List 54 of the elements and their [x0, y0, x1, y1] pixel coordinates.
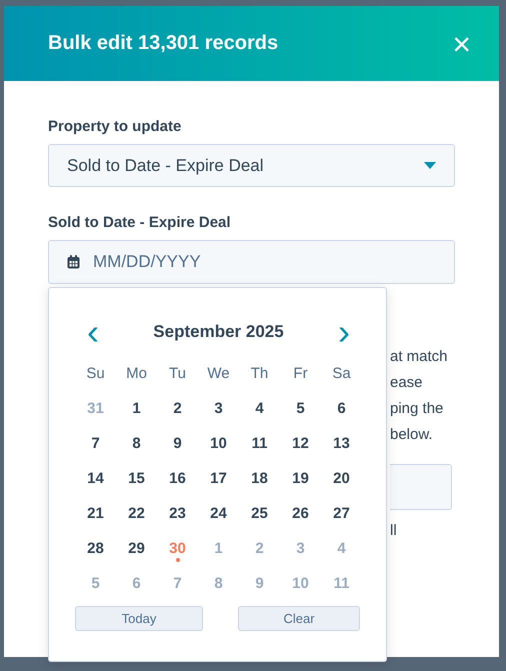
field-label: Sold to Date - Expire Deal	[48, 214, 232, 231]
calendar-day[interactable]: 16	[157, 461, 198, 496]
calendar-day[interactable]: 2	[157, 391, 198, 426]
caret-icon	[424, 162, 436, 169]
calendar-day[interactable]: 12	[280, 426, 321, 461]
calendar-day[interactable]: 4	[239, 391, 280, 426]
calendar-day[interactable]: 13	[321, 426, 362, 461]
description-text: ease	[390, 373, 423, 393]
today-button[interactable]: Today	[75, 606, 203, 631]
month-title: September 2025	[153, 322, 284, 342]
calendar-day[interactable]: 25	[239, 496, 280, 531]
calendar-day[interactable]: 21	[75, 496, 116, 531]
input-field[interactable]	[390, 464, 452, 510]
weekday-label: Fr	[292, 364, 309, 384]
clear-button[interactable]: Clear	[238, 606, 360, 631]
calendar-day[interactable]: 17	[198, 461, 239, 496]
calendar-day[interactable]: 14	[75, 461, 116, 496]
calendar-day[interactable]: 6	[321, 391, 362, 426]
dropdown-value: Sold to Date - Expire Deal	[67, 156, 264, 176]
weekday-label: Th	[250, 364, 270, 384]
weekday-label: Mo	[125, 364, 148, 384]
calendar-day[interactable]: 19	[280, 461, 321, 496]
calendar-day[interactable]: 10	[198, 426, 239, 461]
weekday-label: Sa	[331, 364, 352, 384]
calendar-day[interactable]: 26	[280, 496, 321, 531]
weekday-label: Su	[85, 364, 106, 384]
calendar-day[interactable]: 15	[116, 461, 157, 496]
description-text: at match	[390, 347, 448, 367]
calendar-day[interactable]: 18	[239, 461, 280, 496]
modal-title: Bulk edit 13,301 records	[48, 32, 278, 55]
calendar-day[interactable]: 29	[116, 531, 157, 566]
calendar-day[interactable]: 3	[198, 391, 239, 426]
helper-text: ll	[390, 521, 397, 541]
next-month-button[interactable]: ›	[338, 318, 350, 346]
calendar-day[interactable]: 22	[116, 496, 157, 531]
calendar-day[interactable]: 1	[116, 391, 157, 426]
calendar-day[interactable]: 27	[321, 496, 362, 531]
description-text: below.	[390, 425, 433, 445]
description-text: ping the	[390, 399, 444, 419]
property-dropdown[interactable]: Sold to Date - Expire Deal	[48, 144, 455, 187]
calendar-day[interactable]: 7	[75, 426, 116, 461]
calendar-day[interactable]: 5	[280, 391, 321, 426]
weekday-label: Tu	[168, 364, 187, 384]
calendar-day[interactable]: 28	[75, 531, 116, 566]
calendar-day[interactable]: 23	[157, 496, 198, 531]
weekday-label: We	[206, 364, 231, 384]
calendar-day[interactable]: 9	[157, 426, 198, 461]
calendar-day[interactable]: 8	[116, 426, 157, 461]
calendar-day[interactable]: 20	[321, 461, 362, 496]
field-label: Property to update	[48, 118, 182, 135]
previous-month-button[interactable]: ‹	[87, 318, 99, 346]
calendar-day[interactable]: 11	[239, 426, 280, 461]
date-input-field[interactable]: MM/DD/YYYY	[48, 240, 455, 284]
calendar-day[interactable]: 24	[198, 496, 239, 531]
